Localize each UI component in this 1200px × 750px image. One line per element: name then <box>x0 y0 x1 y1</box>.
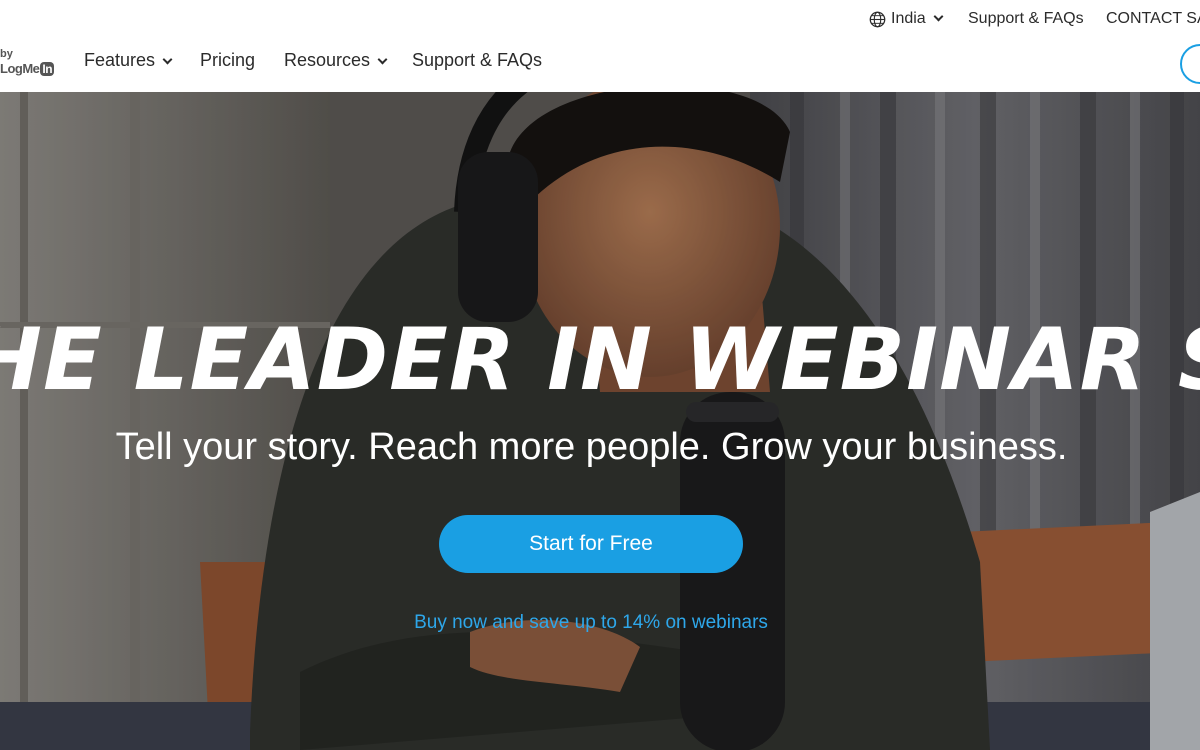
login-circle-button[interactable] <box>1180 44 1200 84</box>
hero-overlay <box>0 92 1200 750</box>
nav-support[interactable]: Support & FAQs <box>412 50 542 71</box>
nav-resources-label: Resources <box>284 50 371 70</box>
logmein-logo[interactable]: by LogMe In <box>0 48 62 78</box>
utility-support-link[interactable]: Support & FAQs <box>968 10 1084 28</box>
nav-features-label: Features <box>84 50 156 70</box>
nav-pricing[interactable]: Pricing <box>200 50 255 71</box>
language-label: India <box>891 10 926 27</box>
language-selector[interactable]: India <box>869 10 944 28</box>
buy-now-promo-link[interactable]: Buy now and save up to 14% on webinars <box>0 612 1182 634</box>
start-for-free-button[interactable]: Start for Free <box>439 515 743 573</box>
logo-by-text: by <box>0 48 13 60</box>
chevron-down-icon <box>162 54 173 65</box>
contact-sales-link[interactable]: CONTACT SA <box>1106 10 1200 28</box>
chevron-down-icon <box>377 54 388 65</box>
nav-features[interactable]: Features <box>84 50 173 71</box>
nav-resources[interactable]: Resources <box>284 50 388 71</box>
logo-brand-text: LogMe In <box>0 61 55 76</box>
hero-subtitle: Tell your story. Reach more people. Grow… <box>115 426 1068 468</box>
utility-bar: India Support & FAQs CONTACT SA <box>0 0 1200 38</box>
hero-section: HE LEADER IN WEBINAR SOFTWAR Tell your s… <box>0 92 1200 750</box>
main-nav: by LogMe In Features Pricing Resources Su… <box>0 38 1200 92</box>
chevron-down-icon <box>933 11 944 21</box>
hero-title: HE LEADER IN WEBINAR SOFTWAR <box>0 310 1200 410</box>
globe-icon <box>869 11 886 27</box>
